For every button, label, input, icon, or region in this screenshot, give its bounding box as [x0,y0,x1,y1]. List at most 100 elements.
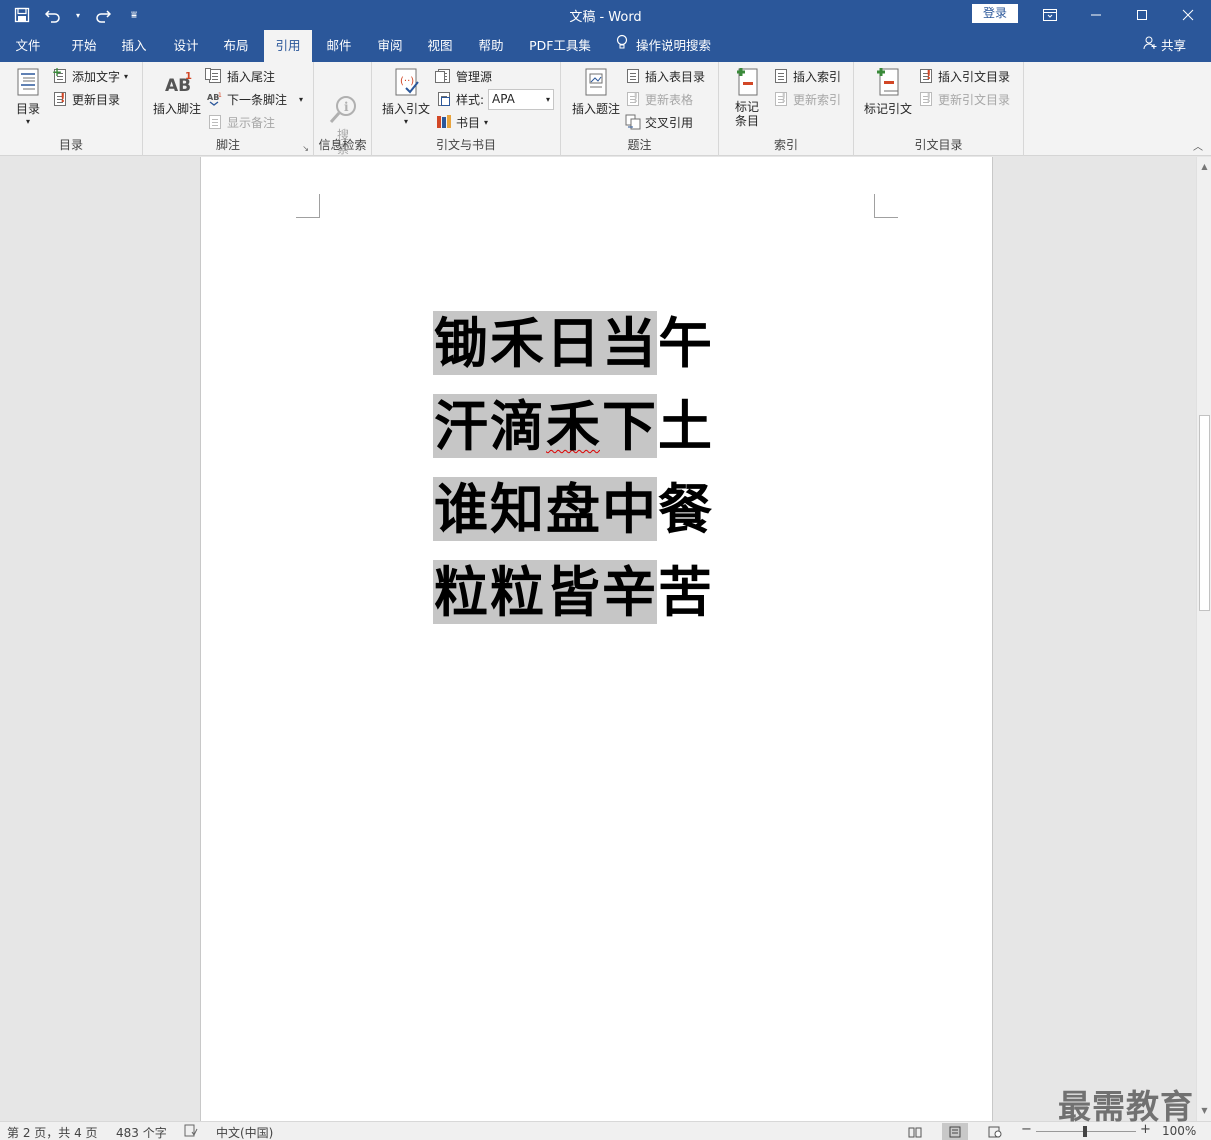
toc-button[interactable]: 目录 ▾ [10,66,46,126]
scroll-up-icon[interactable]: ▲ [1197,159,1211,175]
group-label-citations: 引文与书目 [435,138,496,152]
update-toc-button[interactable]: ! 更新目录 [52,89,120,109]
footnote-icon: AB 1 [161,66,193,98]
share-label: 共享 [1161,38,1187,53]
share-button[interactable]: 共享 [1143,30,1186,62]
next-footnote-dropdown-icon: ▾ [299,94,304,104]
search-icon: i [327,80,359,123]
group-index: 标记 条目 插入索引 ! 更新索引 索引 [719,62,854,156]
tab-insert[interactable]: 插入 [110,30,158,62]
poem-text[interactable]: 锄禾日当午 汗滴禾下土 谁知盘中餐 粒粒皆辛苦 [433,302,713,634]
update-toa-button[interactable]: ! 更新引文目录 [918,89,1010,109]
mark-citation-button[interactable]: 标记引文 [862,66,914,117]
svg-text:(··): (··) [400,76,414,87]
style-label: 样式: [436,89,484,109]
tab-file[interactable]: 文件 [4,30,52,62]
bibliography-icon [436,114,452,130]
ribbon-references: 目录 ▾ + 添加文字 ▾ ! 更新目录 目录 AB 1 插入脚注 插入尾注 AB… [0,62,1211,156]
web-layout-icon[interactable] [982,1123,1008,1140]
next-footnote-button[interactable]: AB 1 下一条脚注 ▾ [207,89,303,109]
poem-line-4[interactable]: 粒粒皆辛苦 [433,551,713,634]
lightbulb-icon [616,30,628,62]
tab-mailings[interactable]: 邮件 [314,30,364,62]
scroll-down-icon[interactable]: ▼ [1197,1103,1211,1119]
insert-toa-icon: ! [918,68,934,84]
toc-label: 目录 [15,102,40,116]
toc-dropdown-icon: ▾ [25,117,30,126]
proofing-icon[interactable] [184,1124,198,1140]
vertical-scrollbar[interactable]: ▲ ▼ [1196,157,1211,1121]
cross-reference-button[interactable]: 交叉引用 [625,112,693,132]
add-text-button[interactable]: + 添加文字 ▾ [52,65,129,86]
update-index-button[interactable]: ! 更新索引 [773,89,841,109]
insert-footnote-button[interactable]: AB 1 插入脚注 [151,66,203,117]
group-toc: 目录 ▾ + 添加文字 ▾ ! 更新目录 目录 [0,62,143,156]
group-captions: 插入题注 插入表目录 ! 更新表格 交叉引用 题注 [561,62,719,156]
update-table-icon: ! [625,91,641,107]
tab-help[interactable]: 帮助 [467,30,515,62]
page-count[interactable]: 第 2 页，共 4 页 [7,1124,98,1140]
cross-reference-icon [625,114,641,130]
tab-home[interactable]: 开始 [60,30,108,62]
tell-me-label: 操作说明搜索 [636,38,712,53]
mark-citation-icon [872,66,904,98]
login-button[interactable]: 登录 [972,4,1018,23]
insert-endnote-button[interactable]: 插入尾注 [205,66,275,86]
insert-toa-button[interactable]: ! 插入引文目录 [918,66,1010,86]
margin-corner-top-right [874,194,898,218]
language-indicator[interactable]: 中文(中国) [216,1124,273,1140]
poem-line-1[interactable]: 锄禾日当午 [433,302,713,385]
title-bar: ▾ ⩸ 文稿 - Word 登录 [0,0,1211,30]
endnote-icon [205,68,223,84]
tab-pdf-tools[interactable]: PDF工具集 [522,30,598,62]
svg-text:1: 1 [218,92,222,99]
poem-line-3[interactable]: 谁知盘中餐 [433,468,713,551]
mark-entry-button[interactable]: 标记 条目 [729,66,765,128]
poem-line-2[interactable]: 汗滴禾下土 [433,385,713,468]
show-notes-button[interactable]: 显示备注 [207,112,275,132]
update-table-button[interactable]: ! 更新表格 [625,89,693,109]
insert-index-icon [773,68,789,84]
insert-citation-button[interactable]: (··) 插入引文 ▾ [380,66,432,126]
tab-references[interactable]: 引用 [264,30,312,62]
search-button[interactable]: i 搜 索 [326,66,360,170]
zoom-out-button[interactable]: − [1021,1122,1032,1137]
close-icon[interactable] [1165,0,1211,30]
manage-sources-button[interactable]: 管理源 [435,66,492,86]
maximize-icon[interactable] [1119,0,1165,30]
update-toc-icon: ! [52,91,68,107]
group-label-research: 信息检索 [318,138,367,152]
group-label-index: 索引 [773,138,798,152]
group-table-of-authorities: 标记引文 ! 插入引文目录 ! 更新引文目录 引文目录 [854,62,1024,156]
style-icon [436,91,452,107]
document-area[interactable]: 锄禾日当午 汗滴禾下土 谁知盘中餐 粒粒皆辛苦 [0,157,1196,1121]
add-text-dropdown-icon: ▾ [124,71,129,81]
document-page[interactable]: 锄禾日当午 汗滴禾下土 谁知盘中餐 粒粒皆辛苦 [200,157,993,1121]
tab-view[interactable]: 视图 [416,30,464,62]
citation-style-select[interactable]: APA ▾ [488,89,554,110]
insert-index-button[interactable]: 插入索引 [773,66,841,86]
read-mode-icon[interactable] [902,1123,928,1140]
group-citations: (··) 插入引文 ▾ 管理源 样式: APA ▾ 书目 ▾ 引文与书目 [372,62,561,156]
update-toa-icon: ! [918,91,934,107]
collapse-ribbon-icon[interactable]: ︿ [1193,138,1203,153]
tab-review[interactable]: 审阅 [366,30,414,62]
scroll-thumb[interactable] [1199,415,1210,611]
minimize-icon[interactable] [1073,0,1119,30]
print-layout-icon[interactable] [942,1123,968,1140]
tab-layout[interactable]: 布局 [212,30,260,62]
group-label-footnotes: 脚注 [215,138,240,152]
word-count[interactable]: 483 个字 [116,1124,167,1140]
insert-table-of-figures-button[interactable]: 插入表目录 [625,66,705,86]
add-text-icon: + [52,65,68,84]
ribbon-display-options-icon[interactable] [1027,0,1073,30]
tab-design[interactable]: 设计 [162,30,210,62]
bibliography-button[interactable]: 书目 ▾ [436,112,488,132]
svg-text:1: 1 [185,71,192,82]
footnote-dialog-launcher-icon[interactable]: ↘ [302,144,309,153]
tell-me-search[interactable]: 操作说明搜索 [616,30,711,62]
mark-entry-icon [731,66,763,98]
group-label-captions: 题注 [627,138,652,152]
insert-caption-button[interactable]: 插入题注 [569,66,623,117]
toc-icon [12,66,44,98]
